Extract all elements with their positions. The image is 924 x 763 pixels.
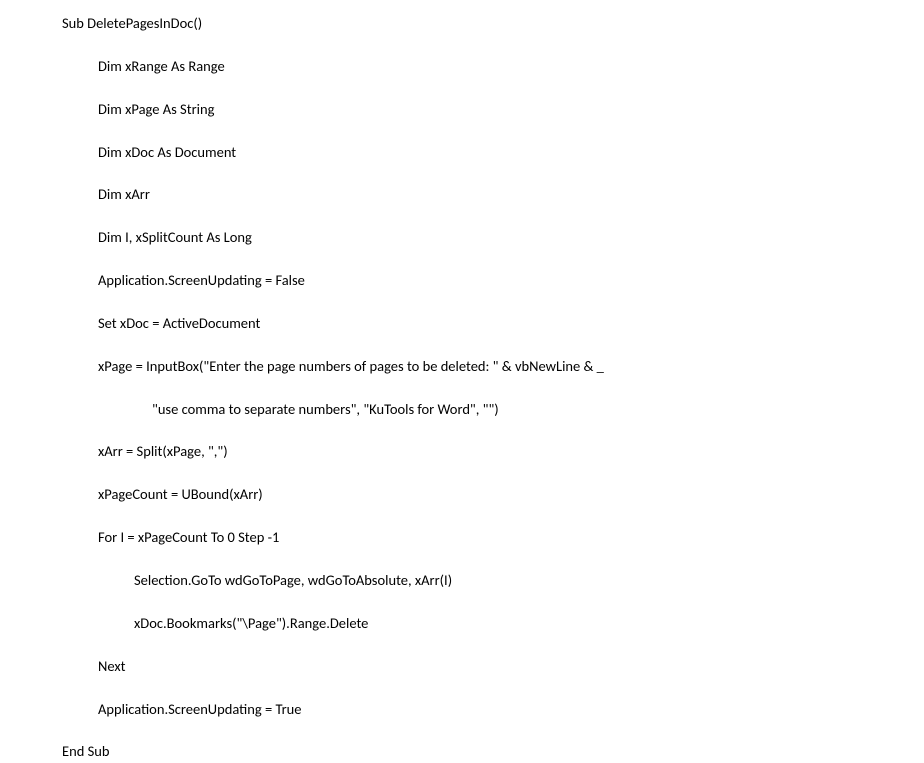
code-line: Sub DeletePagesInDoc() (62, 14, 924, 33)
code-line: Dim xArr (62, 185, 924, 204)
code-line: xPage = InputBox("Enter the page numbers… (62, 357, 924, 376)
code-line: xDoc.Bookmarks("\Page").Range.Delete (62, 614, 924, 633)
code-line: xPageCount = UBound(xArr) (62, 485, 924, 504)
code-line: Selection.GoTo wdGoToPage, wdGoToAbsolut… (62, 571, 924, 590)
code-line: End Sub (62, 742, 924, 761)
code-line: Dim xDoc As Document (62, 143, 924, 162)
code-line: Dim I, xSplitCount As Long (62, 228, 924, 247)
vba-code-block: Sub DeletePagesInDoc() Dim xRange As Ran… (0, 0, 924, 761)
code-line: xArr = Split(xPage, ",") (62, 442, 924, 461)
code-line: Dim xRange As Range (62, 57, 924, 76)
code-line: Set xDoc = ActiveDocument (62, 314, 924, 333)
code-line: Next (62, 657, 924, 676)
code-line: Application.ScreenUpdating = False (62, 271, 924, 290)
code-line: Dim xPage As String (62, 100, 924, 119)
code-line: Application.ScreenUpdating = True (62, 700, 924, 719)
code-line: For I = xPageCount To 0 Step -1 (62, 528, 924, 547)
code-line: "use comma to separate numbers", "KuTool… (62, 400, 924, 419)
